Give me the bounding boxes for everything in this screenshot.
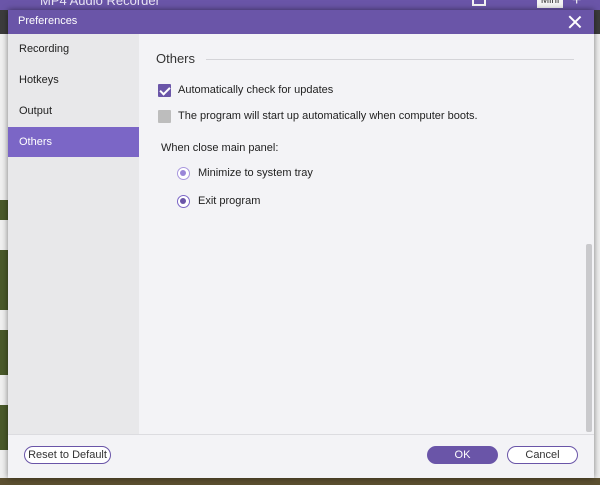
background-thumbnail (0, 405, 8, 450)
startup-label: The program will start up automatically … (178, 110, 478, 122)
preferences-content: Others Automatically check for updates T… (139, 34, 594, 434)
background-thumbnail (0, 250, 8, 310)
preferences-sidebar: Recording Hotkeys Output Others (8, 34, 139, 434)
sidebar-item-others[interactable]: Others (8, 127, 139, 157)
reset-to-default-button[interactable]: Reset to Default (24, 446, 111, 464)
background-thumbnail (0, 330, 8, 375)
background-thumbnail (0, 200, 8, 220)
background-app-title: MP4 Audio Recorder (40, 0, 160, 8)
sidebar-item-hotkeys[interactable]: Hotkeys (8, 65, 139, 95)
sidebar-item-output[interactable]: Output (8, 96, 139, 126)
section-divider (206, 59, 574, 60)
background-bottom-strip (0, 478, 600, 485)
sidebar-item-label: Recording (19, 43, 70, 55)
dialog-title: Preferences (18, 15, 78, 27)
sidebar-item-recording[interactable]: Recording (8, 34, 139, 64)
startup-checkbox[interactable] (158, 110, 171, 123)
ok-button[interactable]: OK (427, 446, 498, 464)
background-app-titlebar: MP4 Audio Recorder Mini + (0, 0, 600, 10)
exit-label: Exit program (198, 195, 261, 207)
close-panel-label: When close main panel: (161, 142, 279, 154)
minimize-radio[interactable] (177, 167, 190, 180)
background-right-strip (593, 34, 600, 485)
monitor-icon[interactable] (472, 0, 486, 6)
sidebar-item-label: Hotkeys (19, 74, 59, 86)
sidebar-item-label: Output (19, 105, 53, 117)
dialog-footer: Reset to Default OK Cancel (8, 434, 594, 478)
dialog-titlebar: Preferences (8, 10, 594, 34)
auto-update-label: Automatically check for updates (178, 84, 334, 96)
exit-radio[interactable] (177, 195, 190, 208)
cancel-button[interactable]: Cancel (507, 446, 578, 464)
minimize-label: Minimize to system tray (198, 167, 313, 179)
preferences-dialog: Preferences Recording Hotkeys Output Oth… (8, 10, 594, 478)
sidebar-item-label: Others (19, 136, 53, 148)
auto-update-checkbox[interactable] (158, 84, 171, 97)
mini-mode-button[interactable]: Mini (537, 0, 563, 8)
plus-icon[interactable]: + (572, 0, 581, 10)
content-scrollbar[interactable] (586, 244, 592, 432)
close-icon[interactable] (566, 13, 584, 31)
section-heading: Others (156, 51, 196, 66)
